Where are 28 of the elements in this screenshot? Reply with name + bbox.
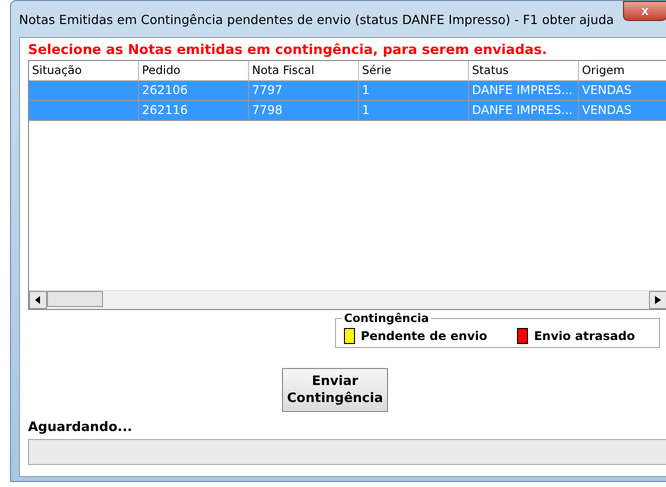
table-cell: 262116 [139, 101, 249, 121]
scroll-thumb[interactable] [47, 291, 103, 307]
legend-title: Contingência [342, 311, 431, 325]
table-cell: DANFE IMPRES... [469, 81, 579, 101]
window-title: Notas Emitidas em Contingência pendentes de envio (status DANFE Impresso) - F1 obter ajuda [19, 12, 614, 26]
column-header[interactable]: Nota Fiscal [249, 61, 359, 81]
table-cell: VENDAS [579, 101, 666, 121]
column-header[interactable]: Status [469, 61, 579, 81]
send-button[interactable]: Enviar Contingência [282, 368, 388, 412]
status-label: Aguardando... [28, 420, 134, 435]
right-triangle-icon [655, 296, 661, 304]
legend-label: Envio atrasado [534, 329, 635, 343]
column-header[interactable]: Série [359, 61, 469, 81]
table-cell: 7797 [249, 81, 359, 101]
legend-label: Pendente de envio [360, 329, 488, 343]
column-header[interactable]: Pedido [139, 61, 249, 81]
table-cell: VENDAS [579, 81, 666, 101]
table-cell: 7798 [249, 101, 359, 121]
table-cell: DANFE IMPRES... [469, 101, 579, 121]
scroll-right-button[interactable] [649, 291, 666, 309]
left-triangle-icon [35, 296, 41, 304]
table-cell: 1 [359, 101, 469, 121]
column-header[interactable]: Situação [29, 61, 139, 81]
scroll-left-button[interactable] [29, 291, 47, 309]
table-cell: 1 [359, 81, 469, 101]
horizontal-scrollbar[interactable] [29, 290, 666, 309]
instruction-text: Selecione as Notas emitidas em contingência, para serem enviadas. [28, 42, 548, 58]
table-cell: 262106 [139, 81, 249, 101]
